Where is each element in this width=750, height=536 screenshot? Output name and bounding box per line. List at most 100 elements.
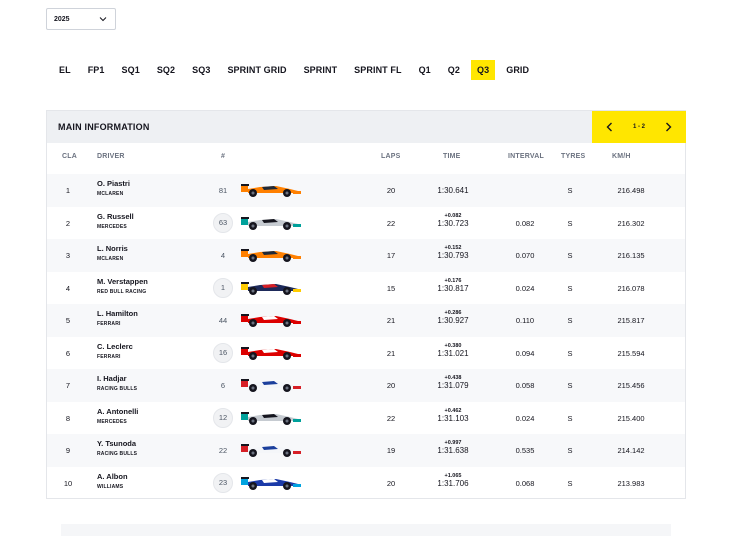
time-cell: +0.462 1:31.103 (425, 408, 481, 423)
tab-fp1[interactable]: FP1 (82, 60, 111, 80)
tyre-compound: S (567, 381, 573, 390)
driver-name[interactable]: G. Russell (97, 212, 134, 221)
footer-bar (61, 524, 671, 536)
col-driver: DRIVER (97, 153, 125, 160)
section-title: MAIN INFORMATION (58, 122, 150, 132)
table-row: 2 G. Russell MERCEDES 63 22 +0.082 1:30.723 0.0… (47, 207, 685, 240)
table-row: 8 A. Antonelli MERCEDES 12 22 +0.462 1:31.103 0… (47, 402, 685, 435)
tab-q1[interactable]: Q1 (413, 60, 437, 80)
table-row: 6 C. Leclerc FERRARI 16 21 +0.380 1:31.021 0.09… (47, 337, 685, 370)
position: 4 (65, 283, 71, 293)
driver-name[interactable]: I. Hadjar (97, 374, 137, 383)
car-number: 23 (213, 472, 233, 493)
tab-sq3[interactable]: SQ3 (186, 60, 216, 80)
team-name: MERCEDES (97, 223, 127, 230)
speed-kmh: 213.983 (617, 478, 645, 488)
driver-name[interactable]: A. Antonelli (97, 407, 138, 416)
position: 3 (65, 251, 71, 260)
lap-time: 1:30.817 (437, 283, 469, 293)
time-cell: +0.438 1:31.079 (425, 375, 481, 390)
position: 1 (65, 186, 71, 195)
lap-time: 1:30.723 (437, 218, 469, 228)
driver-name[interactable]: C. Leclerc (97, 342, 133, 351)
lap-time: 1:31.638 (437, 446, 469, 455)
laps: 21 (386, 316, 396, 325)
tyre-compound: S (567, 186, 573, 195)
car-number: 63 (213, 212, 233, 233)
interval: 0.094 (515, 348, 535, 358)
tab-grid[interactable]: GRID (500, 60, 535, 80)
team-name: MCLAREN (97, 191, 124, 197)
lap-time: 1:30.641 (437, 186, 469, 195)
car-number: 12 (213, 407, 233, 428)
speed-kmh: 216.135 (617, 251, 645, 260)
interval: 0.024 (515, 413, 535, 423)
driver-cell: C. Leclerc FERRARI (97, 342, 133, 360)
car-number: 22 (218, 445, 228, 455)
driver-name[interactable]: A. Albon (97, 472, 128, 481)
position: 6 (65, 348, 71, 358)
driver-cell: L. Norris MCLAREN (97, 244, 128, 262)
position: 5 (65, 316, 71, 325)
chevron-right-icon[interactable] (664, 121, 674, 133)
tab-sprint-fl[interactable]: SPRINT FL (348, 60, 407, 80)
speed-kmh: 214.142 (617, 446, 645, 455)
laps: 20 (386, 381, 396, 390)
col-number: # (221, 153, 226, 160)
position: 2 (65, 218, 71, 228)
car-image (240, 410, 302, 426)
speed-kmh: 215.456 (617, 381, 645, 390)
team-name: RACING BULLS (97, 451, 138, 457)
laps: 21 (386, 348, 396, 358)
speed-kmh: 215.594 (617, 348, 645, 358)
lap-time: 1:30.793 (437, 251, 469, 260)
time-cell: +0.176 1:30.817 (425, 278, 481, 293)
time-cell: +0.082 1:30.723 (425, 213, 481, 228)
car-image (240, 312, 302, 328)
interval: 0.082 (515, 218, 535, 228)
tab-q3[interactable]: Q3 (471, 60, 496, 80)
table-row: 5 L. Hamilton FERRARI 44 21 +0.286 1:30.927 0.1… (47, 304, 685, 337)
laps: 17 (386, 251, 396, 260)
tab-sprint-grid[interactable]: SPRINT GRID (221, 60, 292, 80)
car-image (240, 280, 302, 296)
tab-q2[interactable]: Q2 (442, 60, 466, 80)
results-table: MAIN INFORMATION 1 - 2 CLA DRIVER # LAPS… (46, 110, 686, 499)
driver-name[interactable]: L. Norris (97, 244, 128, 253)
tab-sq2[interactable]: SQ2 (151, 60, 181, 80)
time-cell: +0.152 1:30.793 (425, 245, 481, 260)
interval: 0.058 (515, 381, 535, 390)
chevron-left-icon[interactable] (604, 121, 614, 133)
col-cla: CLA (62, 153, 77, 160)
car-image (240, 377, 302, 393)
interval: 0.024 (515, 283, 535, 293)
team-name: RACING BULLS (97, 386, 138, 392)
laps: 20 (386, 186, 396, 195)
tab-sq1[interactable]: SQ1 (116, 60, 146, 80)
season-select[interactable]: 2025 (46, 8, 116, 30)
car-image (240, 182, 302, 198)
tyre-compound: S (567, 218, 573, 228)
driver-name[interactable]: M. Verstappen (97, 277, 148, 286)
table-row: 10 A. Albon WILLIAMS 23 20 +1.065 1:31.706 0.06… (47, 467, 685, 500)
tab-sprint[interactable]: SPRINT (298, 60, 344, 80)
speed-kmh: 216.078 (617, 283, 645, 293)
time-cell: +0.286 1:30.927 (425, 310, 481, 325)
car-number: 4 (220, 250, 226, 260)
col-laps: LAPS (381, 153, 401, 160)
laps: 19 (386, 446, 396, 455)
lap-time: 1:31.103 (437, 413, 469, 423)
driver-name[interactable]: L. Hamilton (97, 309, 138, 318)
interval: 0.110 (515, 316, 535, 325)
car-number: 44 (218, 315, 228, 325)
team-name: MERCEDES (97, 418, 127, 425)
driver-name[interactable]: O. Piastri (97, 179, 130, 188)
speed-kmh: 215.400 (617, 413, 645, 423)
col-kmh: KM/H (612, 153, 631, 160)
chevron-down-icon (98, 15, 107, 24)
driver-name[interactable]: Y. Tsunoda (97, 439, 137, 448)
car-number: 81 (218, 185, 228, 195)
speed-kmh: 216.498 (617, 186, 645, 195)
interval: 0.535 (515, 446, 535, 455)
tab-el[interactable]: EL (53, 60, 77, 80)
